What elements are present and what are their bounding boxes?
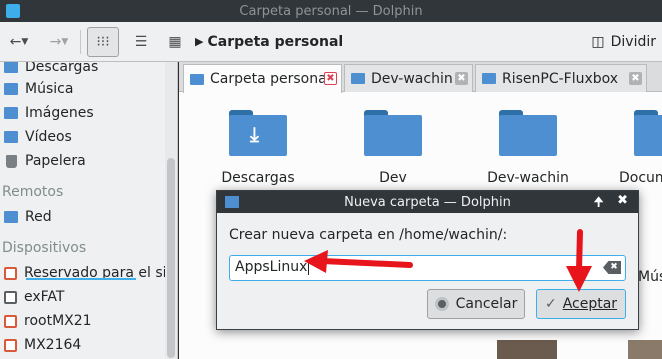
folder-label: Docum <box>619 170 662 186</box>
dolphin-app-icon[interactable] <box>6 4 20 18</box>
tab-dev-wachin[interactable]: Dev-wachin ✖ <box>344 64 473 92</box>
keep-above-icon[interactable]: 🠉 <box>593 193 604 215</box>
folder-download-icon <box>4 62 18 73</box>
dialog-title: Nueva carpeta — Dolphin <box>344 194 511 210</box>
sidebar-item-label: rootMX21 <box>24 313 92 329</box>
sidebar-header-remote: Remotos <box>2 184 64 200</box>
sidebar-scrollbar[interactable] <box>165 62 177 359</box>
sidebar-item-papelera[interactable]: Papelera <box>4 150 86 172</box>
drive-icon <box>4 290 17 304</box>
sidebar-item-label: Música <box>25 81 74 97</box>
grid-icon: ⁝⁝⁝ <box>96 33 110 50</box>
folder-label: Dev <box>379 170 407 186</box>
main-toolbar: ← ▼ → ▼ ⁝⁝⁝ ☰ ▦ ▶ Carpeta personal ◫ Divid… <box>0 22 662 62</box>
sidebar-item-rootmx21[interactable]: rootMX21 <box>4 310 92 332</box>
folder-downloads-icon[interactable]: ⤓ <box>229 110 287 156</box>
sidebar-item-exfat[interactable]: exFAT <box>4 286 64 308</box>
sidebar-item-label: Imágenes <box>25 105 94 121</box>
image-thumbnail[interactable] <box>497 340 557 359</box>
folder-icon <box>190 73 204 85</box>
annotation-arrow-down <box>566 229 592 292</box>
sidebar-item-label: Papelera <box>25 153 86 169</box>
chevron-down-icon: ▼ <box>61 36 69 47</box>
split-view-icon: ◫ <box>591 34 605 50</box>
tab-bar: Carpeta persona ✖ Dev-wachin ✖ RisenPC-F… <box>179 62 662 93</box>
folder-icon <box>482 73 496 84</box>
close-tab-icon[interactable]: ✖ <box>455 72 468 85</box>
details-view-button[interactable]: ☰ <box>125 27 157 57</box>
sidebar-item-label: Red <box>25 209 52 225</box>
folder-icon <box>225 196 239 208</box>
sidebar-item-descargas[interactable]: Descargas <box>4 62 98 78</box>
sidebar-item-red[interactable]: Red <box>4 206 52 228</box>
image-thumbnail[interactable] <box>628 340 662 359</box>
sidebar-item-mx2164[interactable]: MX2164 <box>4 334 81 356</box>
sidebar-item-musica[interactable]: Música <box>4 78 73 100</box>
arrow-left-icon: ← <box>9 33 22 50</box>
cancel-label: Cancelar <box>455 296 518 312</box>
network-folder-icon <box>4 211 18 223</box>
tab-label: RisenPC-Fluxbox <box>502 70 619 87</box>
annotation-arrow-left <box>304 250 413 273</box>
folder-label: Dev-wachin <box>487 170 569 186</box>
folder-icon <box>351 73 365 84</box>
arrow-right-icon: → <box>49 33 62 50</box>
folder-icon[interactable] <box>364 110 422 156</box>
list-icon: ☰ <box>134 33 148 50</box>
tab-carpeta-personal[interactable]: Carpeta persona ✖ <box>183 64 342 93</box>
folder-label: Descargas <box>221 170 295 186</box>
window-title: Carpeta personal — Dolphin <box>239 3 423 19</box>
dialog-titlebar: Nueva carpeta — Dolphin 🠉 ✖ <box>217 191 638 213</box>
sidebar-item-label: exFAT <box>24 289 65 305</box>
tab-risenpc-fluxbox[interactable]: RisenPC-Fluxbox ✖ <box>475 64 647 92</box>
drive-unmounted-icon <box>4 266 17 280</box>
window-titlebar: Carpeta personal — Dolphin <box>0 0 662 22</box>
split-button[interactable]: ◫ Dividir <box>591 27 656 57</box>
close-tab-icon[interactable]: ✖ <box>324 72 337 85</box>
capacity-bar <box>26 278 136 280</box>
back-button[interactable]: ← ▼ <box>4 27 34 57</box>
compact-view-button[interactable]: ▦ <box>161 27 189 57</box>
sidebar-item-label: MX2164 <box>24 337 82 353</box>
sidebar-item-imagenes[interactable]: Imágenes <box>4 102 94 124</box>
sidebar-item-videos[interactable]: Vídeos <box>4 126 72 148</box>
cancel-button[interactable]: Cancelar <box>427 289 525 319</box>
folder-name-value: AppsLinux <box>235 259 308 275</box>
folder-icon[interactable] <box>634 110 662 156</box>
sidebar-item-label: Vídeos <box>25 129 72 145</box>
folder-music-icon <box>4 83 18 95</box>
accept-label: Aceptar <box>562 296 618 312</box>
chevron-down-icon: ▼ <box>21 36 29 47</box>
sidebar-item-label: Descargas <box>25 62 99 75</box>
close-tab-icon[interactable]: ✖ <box>629 72 642 85</box>
dialog-prompt: Crear nueva carpeta en /home/wachin/: <box>229 227 508 243</box>
icons-view-button[interactable]: ⁝⁝⁝ <box>87 26 119 57</box>
breadcrumb[interactable]: Carpeta personal <box>207 34 343 50</box>
forward-button[interactable]: → ▼ <box>44 27 74 57</box>
sidebar-item-reservado[interactable]: Reservado para el sistema <box>4 262 177 284</box>
toolbar-separator <box>80 29 81 54</box>
tab-label: Dev-wachin <box>371 70 453 87</box>
breadcrumb-arrow-icon: ▶ <box>195 35 204 48</box>
folder-pictures-icon <box>4 107 18 119</box>
tab-label: Carpeta persona <box>210 71 327 87</box>
cancel-icon <box>434 297 449 311</box>
folder-label-partial: Mús <box>638 269 662 285</box>
drive-unmounted-icon <box>4 338 17 352</box>
drive-unmounted-icon <box>4 314 17 328</box>
clear-text-icon[interactable]: ✖ <box>603 261 621 274</box>
folder-videos-icon <box>4 131 18 143</box>
places-panel: Descargas Música Imágenes Vídeos Papeler… <box>0 62 178 359</box>
sidebar-header-devices: Dispositivos <box>2 240 87 256</box>
checkmark-icon: ✓ <box>544 296 557 312</box>
tree-icon: ▦ <box>168 33 182 50</box>
close-dialog-icon[interactable]: ✖ <box>617 193 628 208</box>
scrollbar-thumb[interactable] <box>167 158 175 358</box>
split-label: Dividir <box>610 34 656 50</box>
trash-icon <box>6 154 17 168</box>
folder-icon[interactable] <box>499 110 557 156</box>
